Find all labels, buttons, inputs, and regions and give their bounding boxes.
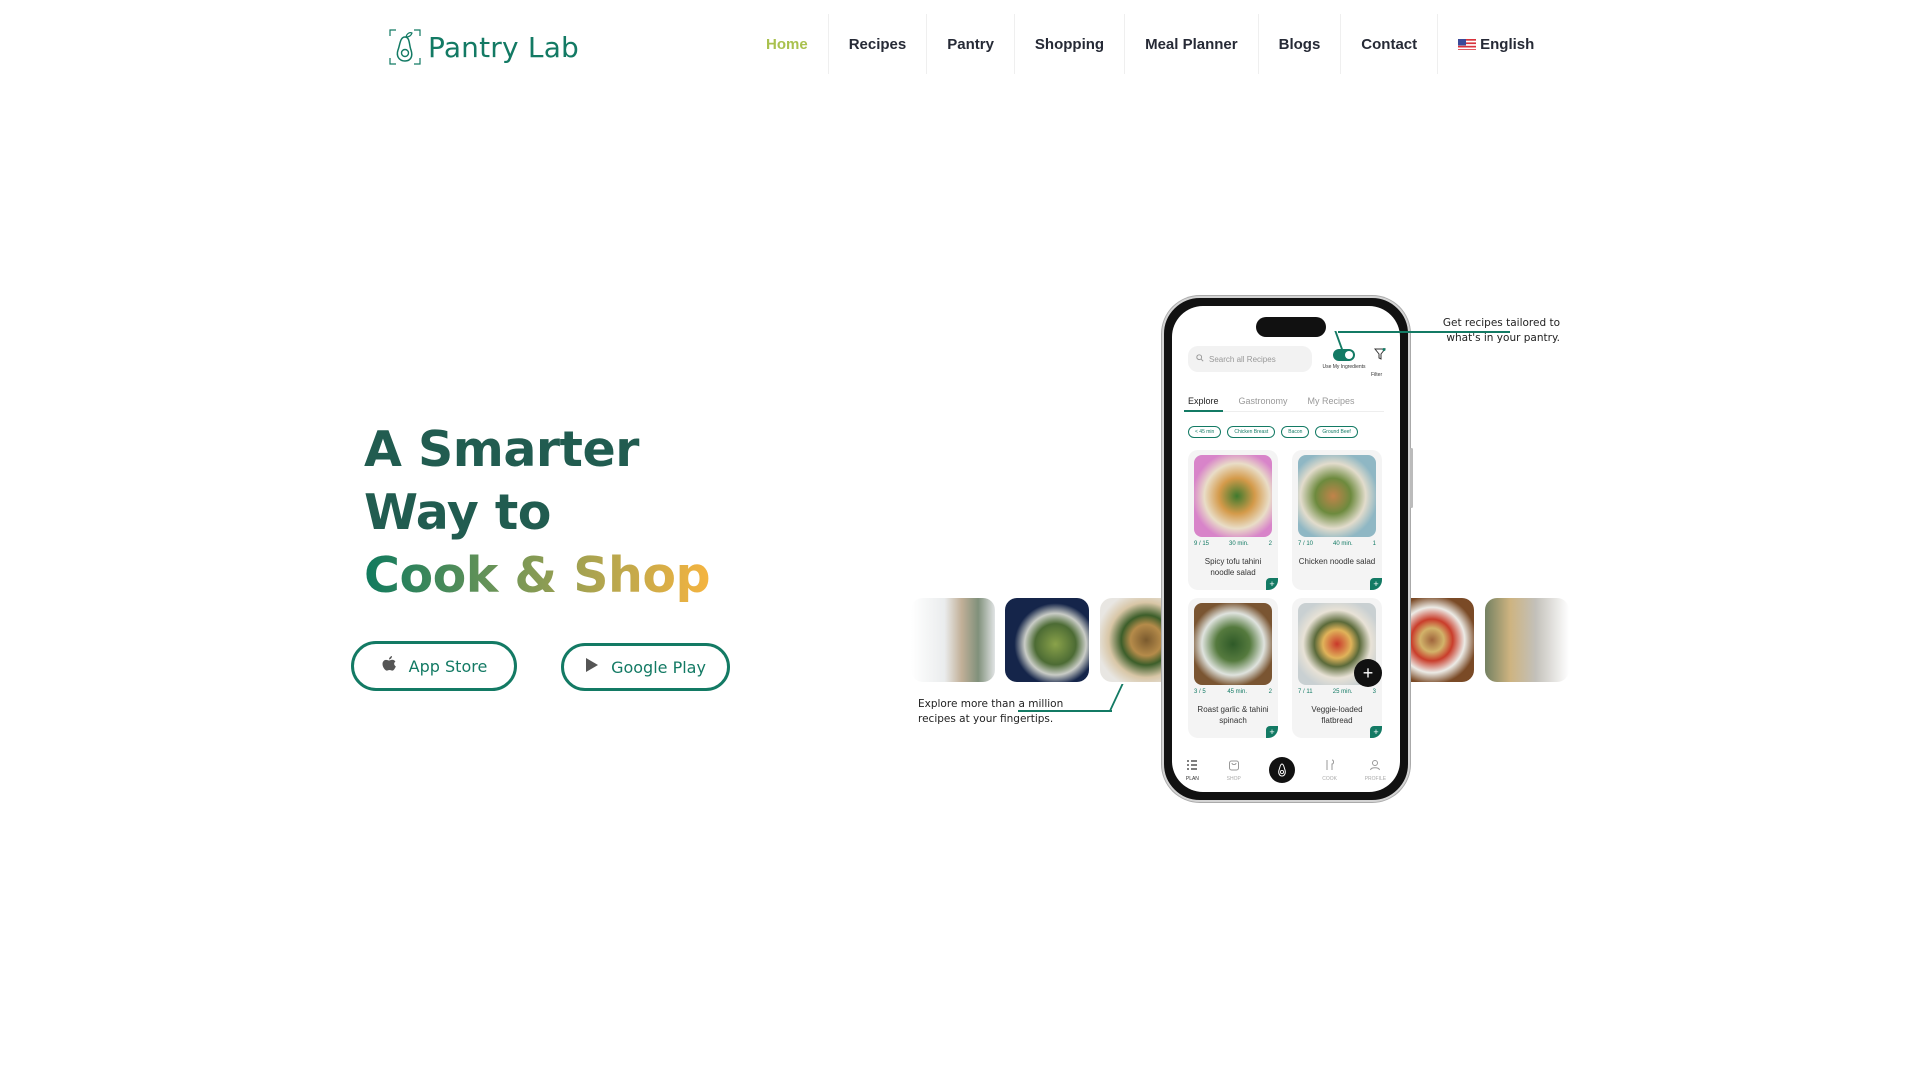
bottom-nav-cook[interactable]: COOK <box>1322 759 1337 782</box>
hero-line-3: Cook & Shop <box>364 547 711 604</box>
nav-pantry[interactable]: Pantry <box>927 14 1015 74</box>
recipe-name: Spicy tofu tahini noodle salad <box>1204 557 1262 577</box>
add-recipe-button[interactable]: + <box>1370 578 1382 590</box>
nav-contact[interactable]: Contact <box>1341 14 1439 74</box>
phone-side-button <box>1410 448 1413 508</box>
phone-bottom-nav: PLAN SHOP COOK PROFILE <box>1172 748 1400 792</box>
add-recipe-button[interactable]: + <box>1266 578 1278 590</box>
google-play-button[interactable]: Google Play <box>561 643 730 691</box>
recipe-card[interactable]: 9 / 15 30 min. 2 Spicy tofu tahini noodl… <box>1188 450 1278 590</box>
hero-line-1: A Smarter <box>364 421 639 478</box>
ingredient-match: 7 / 10 <box>1298 541 1314 547</box>
serving-count: 2 <box>1268 541 1272 547</box>
bottom-nav-profile[interactable]: PROFILE <box>1365 759 1386 782</box>
food-image-greens-bowl <box>1005 598 1089 682</box>
recipe-image <box>1194 603 1272 685</box>
filter-icon[interactable] <box>1373 348 1387 363</box>
search-placeholder: Search all Recipes <box>1209 354 1276 364</box>
cook-time: 25 min. <box>1332 689 1353 695</box>
cook-time: 30 min. <box>1228 541 1249 547</box>
ingredient-match: 7 / 11 <box>1298 689 1313 695</box>
recipe-name: Veggie-loaded flatbread <box>1311 705 1363 725</box>
chip-ground-beef[interactable]: Ground Beef <box>1315 426 1358 438</box>
cook-time: 40 min. <box>1332 541 1353 547</box>
plan-list-icon <box>1186 759 1198 773</box>
shopping-bag-icon <box>1228 759 1240 773</box>
google-play-label: Google Play <box>611 657 706 677</box>
phone-screen: Search all Recipes Use My Ingredients Fi… <box>1172 306 1400 792</box>
add-recipe-button[interactable]: + <box>1266 726 1278 738</box>
tab-my-recipes[interactable]: My Recipes <box>1308 396 1355 406</box>
nav-meal-planner[interactable]: Meal Planner <box>1125 14 1259 74</box>
food-image-tofu-greens <box>911 598 995 682</box>
recipe-meta: 3 / 5 45 min. 2 <box>1194 689 1272 695</box>
profile-icon <box>1369 759 1381 773</box>
cook-time: 45 min. <box>1227 689 1248 695</box>
chip-bacon[interactable]: Bacon <box>1281 426 1310 438</box>
add-recipe-button[interactable]: + <box>1370 726 1382 738</box>
recipe-card[interactable]: 7 / 10 40 min. 1 Chicken noodle salad + <box>1292 450 1382 590</box>
phone-search-input[interactable]: Search all Recipes <box>1188 346 1312 372</box>
recipe-meta: 9 / 15 30 min. 2 <box>1194 541 1272 547</box>
tab-explore[interactable]: Explore <box>1184 396 1222 412</box>
recipe-name: Chicken noodle salad <box>1298 557 1376 566</box>
app-store-button[interactable]: App Store <box>351 641 517 691</box>
filter-label: Filter <box>1371 372 1383 378</box>
phone-mockup: Search all Recipes Use My Ingredients Fi… <box>1162 296 1413 802</box>
serving-count: 3 <box>1372 689 1376 695</box>
recipe-image <box>1298 455 1376 537</box>
recipe-meta: 7 / 10 40 min. 1 <box>1298 541 1376 547</box>
recipe-name: Roast garlic & tahini spinach <box>1197 705 1269 725</box>
annotation-recipes: Explore more than a million recipes at y… <box>918 698 1064 725</box>
play-icon <box>585 657 599 677</box>
search-icon <box>1196 354 1204 364</box>
recipe-card[interactable]: 3 / 5 45 min. 2 Roast garlic & tahini sp… <box>1188 598 1278 738</box>
use-my-ingredients-toggle[interactable] <box>1333 349 1355 361</box>
phone-tabs: Explore Gastronomy My Recipes <box>1184 396 1384 412</box>
bottom-nav-shop[interactable]: SHOP <box>1227 759 1241 782</box>
utensils-icon <box>1324 759 1336 773</box>
app-store-label: App Store <box>408 656 488 676</box>
add-recipe-plus-button[interactable]: + <box>1354 659 1382 687</box>
chip-time[interactable]: < 45 min <box>1188 426 1222 438</box>
avocado-logo-icon <box>388 28 422 66</box>
ingredient-match: 9 / 15 <box>1194 541 1210 547</box>
ingredient-match: 3 / 5 <box>1194 689 1206 695</box>
main-nav: Home Recipes Pantry Shopping Meal Planne… <box>750 14 1554 74</box>
us-flag-icon <box>1458 38 1477 50</box>
nav-blogs[interactable]: Blogs <box>1259 14 1342 74</box>
filter-chips: < 45 min Chicken Breast Bacon Ground Bee… <box>1188 426 1358 438</box>
logo[interactable]: Pantry Lab <box>388 28 579 66</box>
dynamic-island <box>1256 317 1326 337</box>
hero-title: A Smarter Way to Cook & Shop <box>364 418 711 607</box>
avocado-center-button[interactable] <box>1268 757 1295 783</box>
site-header: Pantry Lab Home Recipes Pantry Shopping … <box>0 0 1920 80</box>
apple-icon <box>381 655 397 677</box>
bottom-nav-plan[interactable]: PLAN <box>1186 759 1199 782</box>
nav-home[interactable]: Home <box>750 14 829 74</box>
food-image-sandwich <box>1485 598 1569 682</box>
nav-recipes[interactable]: Recipes <box>829 14 928 74</box>
brand-name: Pantry Lab <box>428 30 580 64</box>
nav-shopping[interactable]: Shopping <box>1015 14 1126 74</box>
recipe-image <box>1194 455 1272 537</box>
serving-count: 1 <box>1372 541 1376 547</box>
annotation-pantry: Get recipes tailored to what's in your p… <box>1442 317 1560 344</box>
serving-count: 2 <box>1268 689 1272 695</box>
tab-gastronomy[interactable]: Gastronomy <box>1239 396 1288 406</box>
toggle-label: Use My Ingredients <box>1322 364 1366 370</box>
language-selector[interactable]: English <box>1438 14 1554 74</box>
chip-chicken-breast[interactable]: Chicken Breast <box>1227 426 1276 438</box>
language-label: English <box>1480 35 1535 53</box>
recipe-meta: 7 / 11 25 min. 3 <box>1298 689 1376 695</box>
hero-line-2: Way to <box>364 484 551 541</box>
